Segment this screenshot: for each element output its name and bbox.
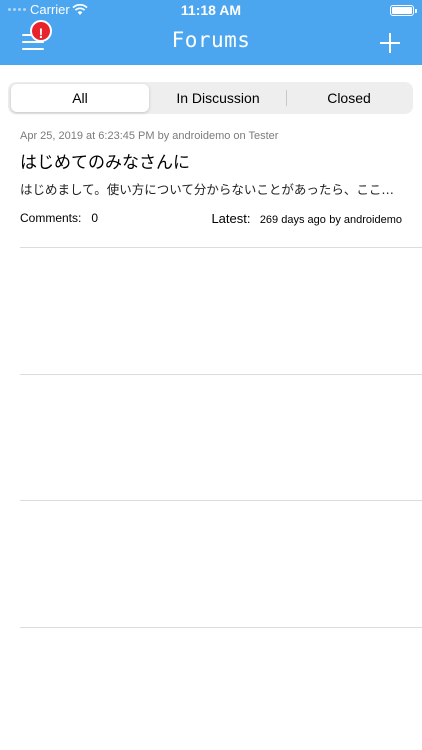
latest-label: Latest: [211, 211, 251, 226]
post-title: はじめてのみなさんに [20, 153, 190, 173]
latest-time: 269 days ago [259, 214, 326, 226]
tab-in-discussion[interactable]: In Discussion [149, 84, 287, 112]
forum-post-item[interactable]: Apr 25, 2019 at 6:23:45 PM by androidemo… [20, 130, 402, 226]
status-time: 11:18 AM [180, 2, 242, 18]
row-divider [20, 374, 422, 375]
battery-icon [390, 5, 417, 16]
tab-closed[interactable]: Closed [287, 84, 411, 112]
page-title: Forums [171, 28, 251, 52]
comments-label: Comments: [20, 211, 82, 225]
tab-all[interactable]: All [11, 84, 149, 112]
latest-author: by androidemo [329, 214, 402, 226]
add-post-icon[interactable] [380, 33, 400, 53]
post-preview: はじめまして。使い方について分からないことがあったら、ここ… [20, 182, 394, 197]
latest-activity: Latest: 269 days ago by androidemo [211, 211, 402, 226]
row-divider [20, 500, 422, 501]
navigation-bar: Carrier 11:18 AM ! Forums [0, 0, 422, 65]
status-bar: Carrier 11:18 AM [0, 0, 422, 22]
row-divider [20, 627, 422, 628]
comments-count: Comments: 0 [20, 211, 98, 225]
post-meta: Apr 25, 2019 at 6:23:45 PM by androidemo… [20, 130, 279, 142]
forum-filter-tabs: All In Discussion Closed [8, 82, 413, 114]
comments-value: 0 [91, 211, 99, 225]
row-divider [20, 247, 422, 248]
